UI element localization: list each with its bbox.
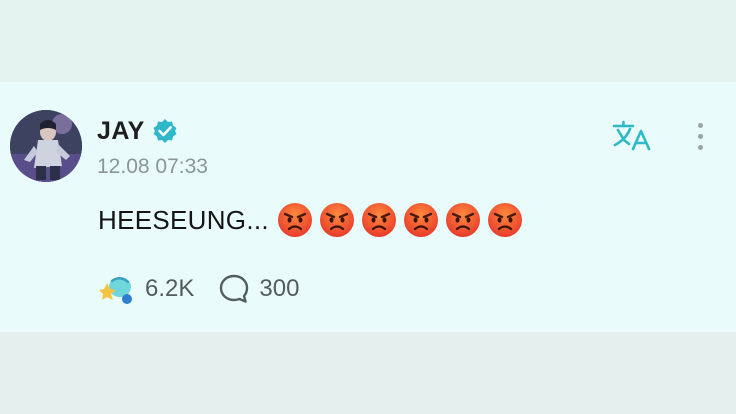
angry-face-icon — [445, 203, 480, 237]
angry-face-icon — [403, 203, 438, 237]
post-actions: 6.2K 300 — [98, 270, 299, 308]
post-timestamp: 12.08 07:33 — [97, 155, 208, 178]
angry-face-icon — [487, 203, 522, 237]
more-vertical-icon — [697, 122, 703, 128]
background-top — [0, 0, 736, 82]
verified-badge-icon — [152, 118, 178, 144]
background-bottom — [0, 332, 736, 414]
angry-face-icon — [277, 203, 312, 237]
author-name[interactable]: JAY — [97, 116, 145, 146]
angry-face-icon — [361, 203, 396, 237]
avatar[interactable] — [10, 110, 82, 182]
post-text: HEESEUNG... — [98, 205, 269, 235]
emoji-row — [277, 202, 523, 238]
translate-icon — [612, 120, 651, 151]
like-count: 6.2K — [145, 275, 195, 302]
comment-count: 300 — [259, 275, 300, 302]
comment-icon[interactable] — [218, 273, 250, 305]
more-options-button[interactable] — [688, 116, 712, 156]
post-card: JAY 12.08 07:33 HEESEUNG... 6.2K 300 — [0, 82, 736, 332]
like-icon[interactable] — [98, 272, 136, 306]
translate-button[interactable] — [610, 116, 656, 156]
post-body: HEESEUNG... — [98, 200, 523, 240]
angry-face-icon — [319, 203, 354, 237]
